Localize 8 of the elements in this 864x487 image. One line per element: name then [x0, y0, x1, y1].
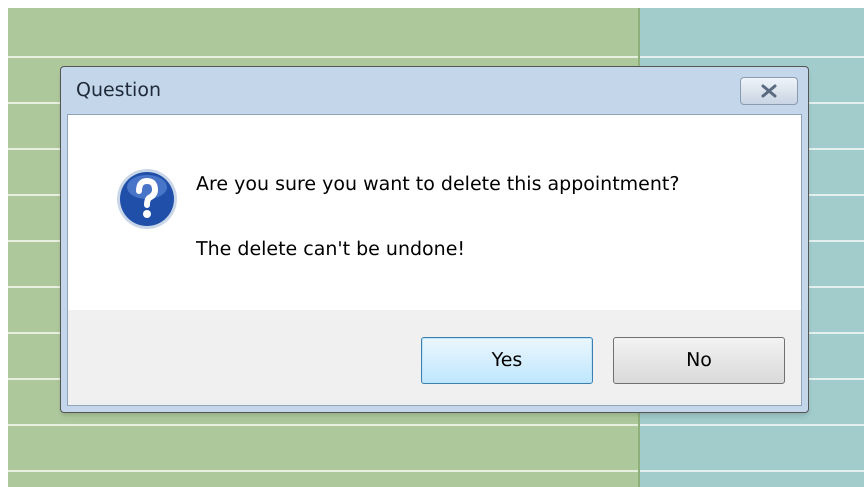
question-icon — [115, 167, 179, 231]
close-icon — [760, 84, 778, 98]
window-title: Question — [76, 78, 161, 104]
message-text: The delete can't be undone! — [196, 236, 466, 262]
dialog-button[interactable]: Yes — [421, 337, 593, 384]
close-button[interactable] — [740, 76, 798, 104]
message-text: Are you sure you want to delete this appointment? — [196, 172, 680, 197]
dialog-button[interactable]: No — [613, 337, 785, 384]
